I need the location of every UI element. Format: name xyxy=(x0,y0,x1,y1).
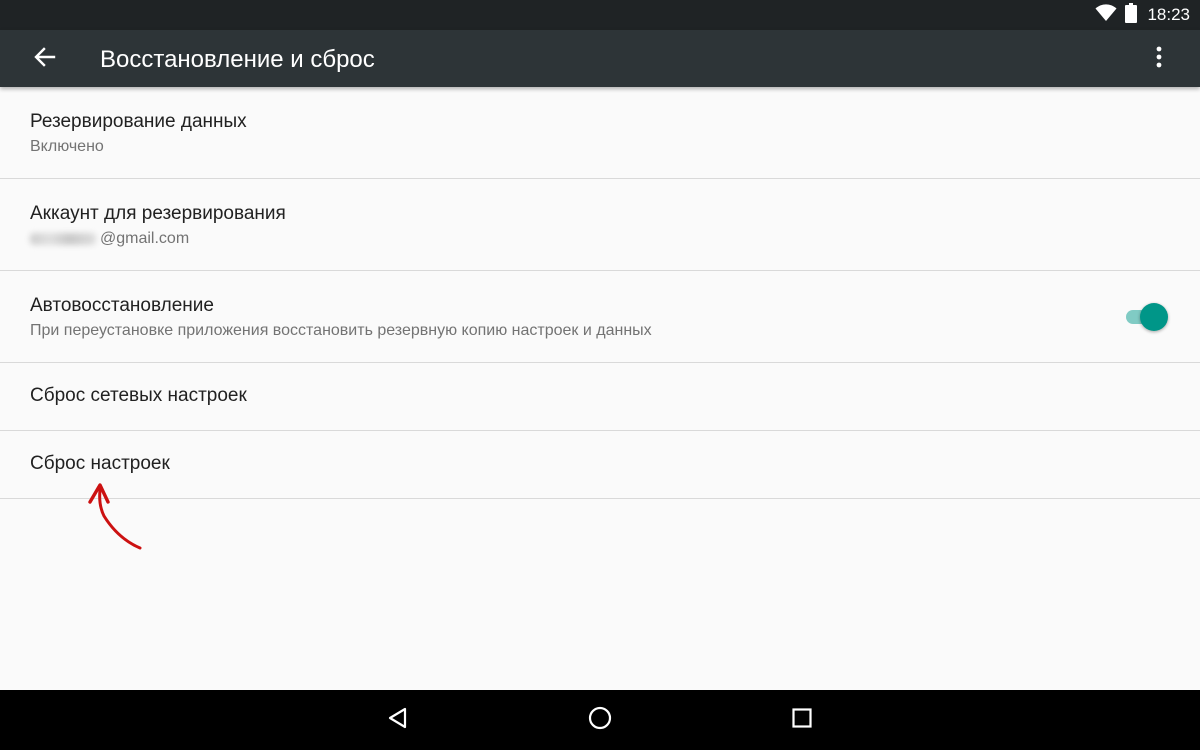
status-bar: 18:23 xyxy=(0,0,1200,30)
toggle-thumb xyxy=(1140,303,1168,331)
navigation-bar xyxy=(0,690,1200,750)
network-reset-title: Сброс сетевых настроек xyxy=(30,385,247,406)
nav-home-button[interactable] xyxy=(570,690,630,750)
backup-data-title: Резервирование данных xyxy=(30,111,247,132)
wifi-icon xyxy=(1095,3,1117,27)
auto-restore-item[interactable]: Автовосстановление При переустановке при… xyxy=(0,271,1200,363)
auto-restore-toggle[interactable] xyxy=(1124,303,1168,331)
nav-recents-button[interactable] xyxy=(772,690,832,750)
factory-reset-item[interactable]: Сброс настроек xyxy=(0,431,1200,499)
red-arrow-icon xyxy=(82,480,148,554)
backup-account-title: Аккаунт для резервирования xyxy=(30,203,286,224)
back-triangle-icon xyxy=(387,707,409,734)
nav-back-button[interactable] xyxy=(368,690,428,750)
network-reset-item[interactable]: Сброс сетевых настроек xyxy=(0,363,1200,431)
status-time: 18:23 xyxy=(1147,5,1190,24)
back-button[interactable] xyxy=(20,34,70,84)
arrow-back-icon xyxy=(34,46,56,73)
more-options-button[interactable] xyxy=(1136,36,1182,82)
page-title: Восстановление и сброс xyxy=(100,46,375,73)
backup-account-item[interactable]: Аккаунт для резервирования @gmail.com xyxy=(0,179,1200,271)
backup-data-item[interactable]: Резервирование данных Включено xyxy=(0,87,1200,179)
blurred-account-name xyxy=(30,232,96,245)
recents-square-icon xyxy=(792,707,812,733)
settings-list: Резервирование данных Включено Аккаунт д… xyxy=(0,87,1200,499)
battery-icon xyxy=(1125,2,1138,28)
auto-restore-title: Автовосстановление xyxy=(30,295,214,316)
backup-account-summary: @gmail.com xyxy=(30,230,189,248)
auto-restore-summary: При переустановке приложения восстановит… xyxy=(30,322,652,339)
status-icons: 18:23 xyxy=(1095,0,1190,30)
backup-account-email: @gmail.com xyxy=(100,230,190,247)
factory-reset-title: Сброс настроек xyxy=(30,453,170,474)
more-vert-icon xyxy=(1155,46,1163,73)
backup-data-summary: Включено xyxy=(30,138,104,155)
home-circle-icon xyxy=(588,706,612,735)
app-toolbar: Восстановление и сброс xyxy=(0,30,1200,87)
